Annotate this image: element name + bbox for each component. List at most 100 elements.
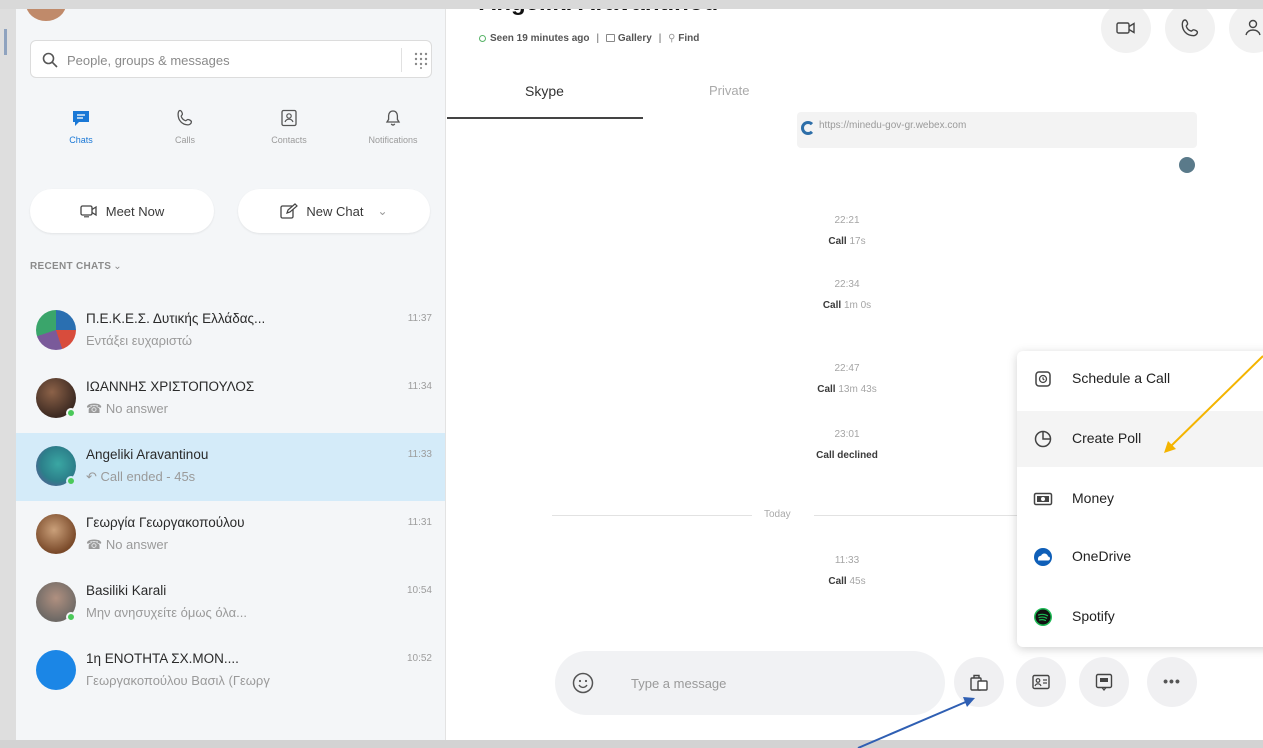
gallery-link[interactable]: Gallery (605, 33, 652, 44)
chat-row[interactable]: Γεωργία Γεωργακοπούλου ☎ No answer 11:31 (16, 501, 445, 569)
meet-now-button[interactable]: Meet Now (30, 189, 214, 233)
more-icon: ••• (1163, 673, 1181, 689)
share-files-button[interactable] (954, 657, 1004, 707)
nav-notifications[interactable]: Notifications (348, 105, 438, 161)
money-icon (1033, 492, 1053, 506)
call-summary: Call 1m 0s (747, 300, 947, 311)
chat-row[interactable]: ΙΩΑΝΝΗΣ ΧΡΙΣΤΟΠΟΥΛΟΣ ☎ No answer 11:34 (16, 365, 445, 433)
conversation-title[interactable]: Angeliki Aravantinou (479, 9, 718, 17)
menu-item-label: Create Poll (1072, 430, 1142, 446)
find-label: Find (678, 33, 700, 44)
menu-item-spotify[interactable]: Spotify (1017, 589, 1263, 645)
menu-item-label: Spotify (1072, 608, 1115, 624)
search-icon (42, 52, 58, 68)
tab-private[interactable]: Private (709, 83, 749, 98)
link-preview-icon (801, 121, 815, 135)
profile-avatar[interactable] (26, 9, 66, 21)
chat-name: Γεωργία Γεωργακοπούλου (86, 515, 245, 530)
separator: | (658, 33, 662, 44)
avatar (36, 514, 76, 554)
nav-contacts[interactable]: Contacts (244, 105, 334, 161)
chat-preview: Μην ανησυχείτε όμως όλα... (86, 605, 247, 620)
chat-time: 10:54 (406, 585, 432, 596)
call-event: 22:47 Call 13m 43s (747, 363, 947, 395)
search-input[interactable] (67, 49, 377, 71)
schedule-message-button[interactable] (1079, 657, 1129, 707)
chat-preview: Γεωργακοπούλου Βασιλ (Γεωργ (86, 673, 270, 688)
chevron-down-icon: ⌄ (113, 261, 122, 272)
chat-row[interactable]: Basiliki Karali Μην ανησυχείτε όμως όλα.… (16, 569, 445, 637)
link-message[interactable]: https://minedu-gov-gr.webex.com (797, 112, 1197, 148)
onedrive-icon (1034, 548, 1052, 566)
conversation-pane: Angeliki Aravantinou Seen 19 minutes ago… (447, 9, 1263, 740)
screenshot-bottom-border (0, 740, 1263, 748)
call-label: Call (828, 576, 847, 587)
chat-row[interactable]: 1η ΕΝΟΤΗΤΑ ΣΧ.ΜΟΝ.... Γεωργακοπούλου Βασ… (16, 637, 445, 705)
chat-row-selected[interactable]: Angeliki Aravantinou ↶ Call ended - 45s … (16, 433, 445, 501)
poll-icon (1034, 430, 1052, 448)
message-icon (1095, 673, 1113, 692)
search-box[interactable] (30, 40, 432, 78)
send-contact-button[interactable] (1016, 657, 1066, 707)
chat-name: Angeliki Aravantinou (86, 447, 209, 462)
nav-bar: Chats Calls Contacts Notifications (30, 105, 440, 161)
read-receipt-avatar (1179, 157, 1195, 173)
more-options-menu: Schedule a Call Create Poll Money OneDri… (1017, 351, 1263, 647)
screenshot-top-border (0, 0, 1263, 9)
new-chat-label: New Chat (306, 203, 364, 219)
more-options-button[interactable]: ••• (1147, 657, 1197, 707)
chat-row[interactable]: Π.Ε.Κ.Ε.Σ. Δυτικής Ελλάδας... Εντάξει ευ… (16, 297, 445, 365)
chat-preview-text: Call ended - 45s (100, 469, 196, 484)
link-url[interactable]: https://minedu-gov-gr.webex.com (819, 120, 966, 131)
call-event: 22:21 Call 17s (747, 215, 947, 247)
video-icon (1116, 22, 1135, 34)
nav-calls[interactable]: Calls (140, 105, 230, 161)
menu-item-schedule-call[interactable]: Schedule a Call (1017, 351, 1263, 407)
nav-contacts-label: Contacts (271, 135, 307, 145)
call-duration: 45s (849, 576, 866, 587)
emoji-icon[interactable] (571, 671, 595, 695)
recent-chats-header[interactable]: RECENT CHATS ⌄ (30, 261, 122, 272)
message-input[interactable] (631, 673, 911, 693)
call-duration: 1m 0s (843, 300, 872, 311)
call-ended-icon: ↶ (86, 469, 101, 484)
video-call-button[interactable] (1101, 9, 1151, 53)
chevron-down-icon[interactable]: ⌄ (378, 204, 388, 218)
chat-time: 11:33 (407, 449, 432, 460)
date-divider-label: Today (764, 509, 791, 520)
menu-item-label: OneDrive (1072, 548, 1132, 564)
menu-item-money[interactable]: Money (1017, 471, 1263, 527)
add-person-icon (1245, 19, 1261, 36)
recent-chats-label: RECENT CHATS (30, 261, 112, 272)
menu-item-create-poll[interactable]: Create Poll (1017, 411, 1263, 467)
chat-time: 11:31 (407, 517, 432, 528)
contact-card-icon (1032, 674, 1050, 690)
menu-item-label: Schedule a Call (1072, 370, 1171, 386)
date-divider: Today (552, 509, 1022, 521)
chat-icon (73, 111, 89, 126)
avatar (36, 650, 76, 690)
chat-time: 10:52 (406, 653, 432, 664)
call-summary: Call 45s (747, 576, 947, 587)
chat-preview: Εντάξει ευχαριστώ (86, 333, 193, 348)
tab-skype[interactable]: Skype (525, 83, 564, 99)
sidebar: Chats Calls Contacts Notifications Meet … (16, 9, 446, 740)
nav-chats[interactable]: Chats (36, 105, 126, 161)
call-label: Call declined (816, 450, 878, 461)
phone-icon (1181, 19, 1199, 37)
screenshot-left-border (0, 9, 16, 748)
call-time: 11:33 (834, 555, 860, 566)
conversation-status-bar: Seen 19 minutes ago | Gallery | ⚲ Find (479, 33, 699, 44)
audio-call-button[interactable] (1165, 9, 1215, 53)
dialpad-icon[interactable] (413, 51, 429, 69)
add-people-button[interactable] (1229, 9, 1263, 53)
new-chat-button[interactable]: New Chat ⌄ (238, 189, 430, 233)
chat-time: 11:34 (407, 381, 432, 392)
menu-item-onedrive[interactable]: OneDrive (1017, 529, 1263, 585)
presence-icon (479, 35, 486, 42)
find-link[interactable]: ⚲ Find (668, 33, 699, 44)
chat-time: 11:37 (407, 313, 432, 324)
call-summary: Call 17s (747, 236, 947, 247)
chat-preview-text: No answer (105, 537, 168, 552)
nav-calls-label: Calls (174, 135, 195, 145)
